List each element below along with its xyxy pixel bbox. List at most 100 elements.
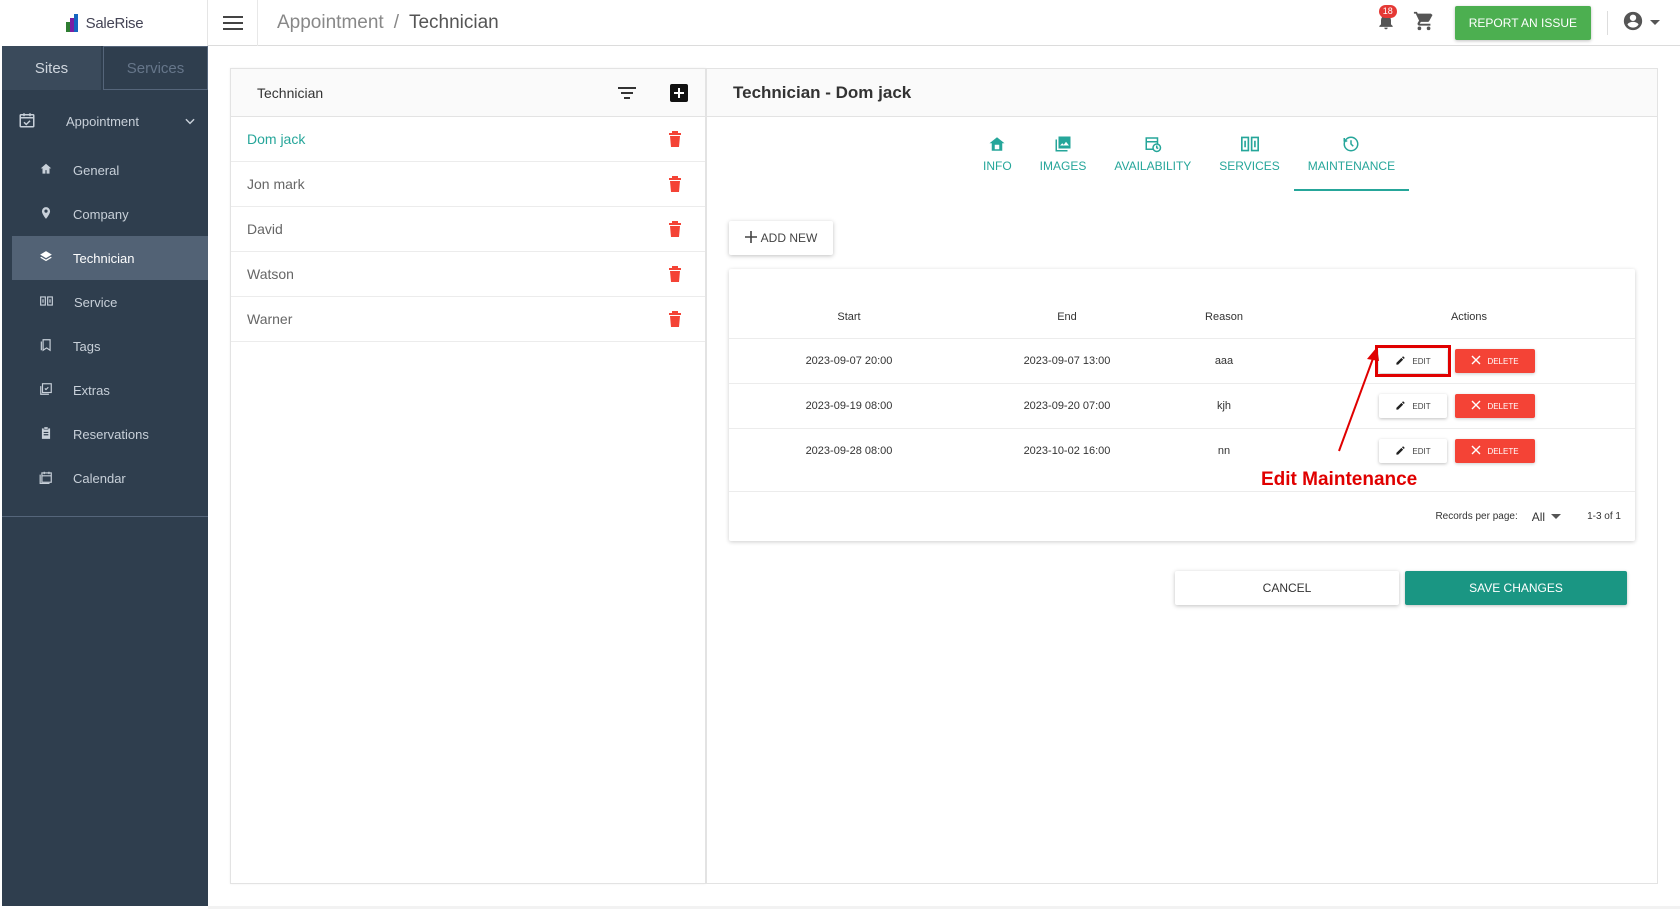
sidebar-item-label: Company — [73, 206, 129, 222]
tab-services[interactable]: SERVICES — [1205, 131, 1293, 191]
availability-icon — [1144, 135, 1162, 153]
delete-button[interactable]: DELETE — [1455, 439, 1535, 463]
tab-sites[interactable]: Sites — [2, 46, 102, 90]
column-header-start: Start — [837, 311, 861, 323]
delete-button[interactable]: DELETE — [1455, 349, 1535, 373]
maintenance-icon — [1342, 135, 1360, 153]
add-new-button[interactable]: ADD NEW — [729, 221, 833, 255]
technician-name: David — [247, 221, 283, 237]
account-menu[interactable] — [1622, 10, 1660, 37]
delete-label: DELETE — [1487, 401, 1519, 411]
row-actions: EDIT DELETE — [1379, 439, 1535, 463]
checklist-icon — [39, 382, 53, 399]
records-per-page-select[interactable]: All — [1532, 510, 1562, 524]
technician-list-header: Technician — [231, 69, 705, 117]
cell-end: 2023-10-02 16:00 — [1023, 445, 1111, 457]
book-icon — [39, 294, 54, 311]
sidebar-group-appointment[interactable]: Appointment — [2, 94, 208, 148]
technician-item-jon-mark[interactable]: Jon mark — [231, 162, 705, 207]
annotation-text: Edit Maintenance — [1261, 469, 1418, 490]
tab-label: MAINTENANCE — [1307, 159, 1396, 173]
technician-name: Dom jack — [247, 131, 306, 147]
sidebar-item-general[interactable]: General — [12, 148, 208, 192]
cell-end: 2023-09-07 13:00 — [1023, 355, 1111, 367]
technician-list-panel: Technician Dom jack Jon mark David Watso… — [230, 68, 706, 884]
cell-start: 2023-09-19 08:00 — [805, 400, 893, 412]
trash-icon[interactable] — [645, 176, 705, 192]
account-circle-icon — [1622, 10, 1644, 37]
cell-start: 2023-09-28 08:00 — [805, 445, 893, 457]
house-icon — [988, 135, 1006, 153]
technician-item-warner[interactable]: Warner — [231, 297, 705, 342]
sidebar-item-label: Extras — [73, 382, 110, 398]
brand-logo[interactable]: SaleRise — [2, 0, 208, 46]
delete-button[interactable]: DELETE — [1455, 394, 1535, 418]
add-box-icon[interactable] — [653, 83, 705, 102]
salerise-logo-icon — [65, 14, 82, 32]
notifications-button[interactable]: 18 — [1371, 5, 1401, 38]
sidebar-item-calendar[interactable]: Calendar — [12, 456, 208, 500]
trash-icon[interactable] — [645, 131, 705, 147]
technician-name: Watson — [247, 266, 294, 282]
records-per-page-label: Records per page: — [1435, 511, 1518, 522]
close-icon — [1471, 355, 1481, 367]
bookmark-icon — [39, 338, 53, 355]
trash-icon[interactable] — [645, 266, 705, 282]
location-pin-icon — [39, 206, 53, 223]
chevron-down-icon[interactable] — [172, 114, 208, 128]
tab-label: SERVICES — [1219, 159, 1280, 173]
sidebar-nav: Appointment General Company Technician S… — [2, 94, 208, 517]
cancel-button[interactable]: CANCEL — [1175, 571, 1399, 605]
technician-item-watson[interactable]: Watson — [231, 252, 705, 297]
technician-name: Warner — [247, 311, 293, 327]
add-new-label: ADD NEW — [760, 231, 818, 245]
edit-label: EDIT — [1412, 401, 1431, 411]
table-row: 2023-09-19 08:00 2023-09-20 07:00 kjh ED… — [729, 383, 1635, 428]
column-header-actions: Actions — [1450, 311, 1488, 323]
breadcrumb-appointment[interactable]: Appointment — [277, 12, 384, 34]
report-issue-button[interactable]: REPORT AN ISSUE — [1454, 6, 1591, 40]
detail-title: Technician - Dom jack — [707, 69, 1657, 117]
tab-info[interactable]: INFO — [969, 131, 1026, 191]
table-header-row: Start End Reason Actions — [729, 299, 1635, 339]
sidebar-item-extras[interactable]: Extras — [12, 368, 208, 412]
detail-tabs: INFO IMAGES AVAILABILITY SERVICES MAINTE… — [969, 131, 1410, 191]
clipboard-icon — [39, 426, 53, 443]
images-icon — [1054, 135, 1072, 153]
sidebar-item-label: Reservations — [73, 426, 149, 442]
sidebar-item-service[interactable]: Service — [12, 280, 208, 324]
technician-item-dom-jack[interactable]: Dom jack — [231, 117, 705, 162]
tab-maintenance[interactable]: MAINTENANCE — [1293, 131, 1410, 191]
menu-icon[interactable] — [208, 0, 258, 46]
row-actions: EDIT DELETE — [1375, 345, 1535, 377]
cell-reason: nn — [1217, 445, 1231, 457]
technician-list-title: Technician — [257, 84, 324, 101]
technician-item-david[interactable]: David — [231, 207, 705, 252]
sidebar-item-reservations[interactable]: Reservations — [12, 412, 208, 456]
cell-end: 2023-09-20 07:00 — [1023, 400, 1111, 412]
cell-reason: aaa — [1214, 355, 1234, 367]
technician-detail-panel: Technician - Dom jack INFO IMAGES AVAILA… — [706, 68, 1658, 884]
save-changes-button[interactable]: SAVE CHANGES — [1405, 571, 1627, 605]
sidebar-item-tags[interactable]: Tags — [12, 324, 208, 368]
breadcrumb-technician: Technician — [408, 11, 499, 33]
cart-button[interactable] — [1409, 8, 1439, 38]
pagination-range: 1-3 of 1 — [1587, 511, 1621, 522]
tab-services[interactable]: Services — [103, 46, 208, 90]
trash-icon[interactable] — [645, 221, 705, 237]
table-row: 2023-09-07 20:00 2023-09-07 13:00 aaa ED… — [729, 338, 1635, 383]
caret-down-icon — [1650, 14, 1660, 32]
tab-images[interactable]: IMAGES — [1026, 131, 1101, 191]
close-icon — [1471, 445, 1481, 457]
edit-button[interactable]: EDIT — [1379, 439, 1447, 463]
tab-availability[interactable]: AVAILABILITY — [1100, 131, 1205, 191]
trash-icon[interactable] — [645, 311, 705, 327]
sidebar-item-technician[interactable]: Technician — [12, 236, 208, 280]
sidebar-item-company[interactable]: Company — [12, 192, 208, 236]
cart-icon — [1413, 10, 1435, 37]
home-icon — [39, 162, 53, 179]
sidebar-item-label: Technician — [73, 250, 135, 266]
filter-icon[interactable] — [601, 86, 653, 100]
edit-button[interactable]: EDIT — [1379, 394, 1447, 418]
cell-reason: kjh — [1216, 400, 1232, 412]
